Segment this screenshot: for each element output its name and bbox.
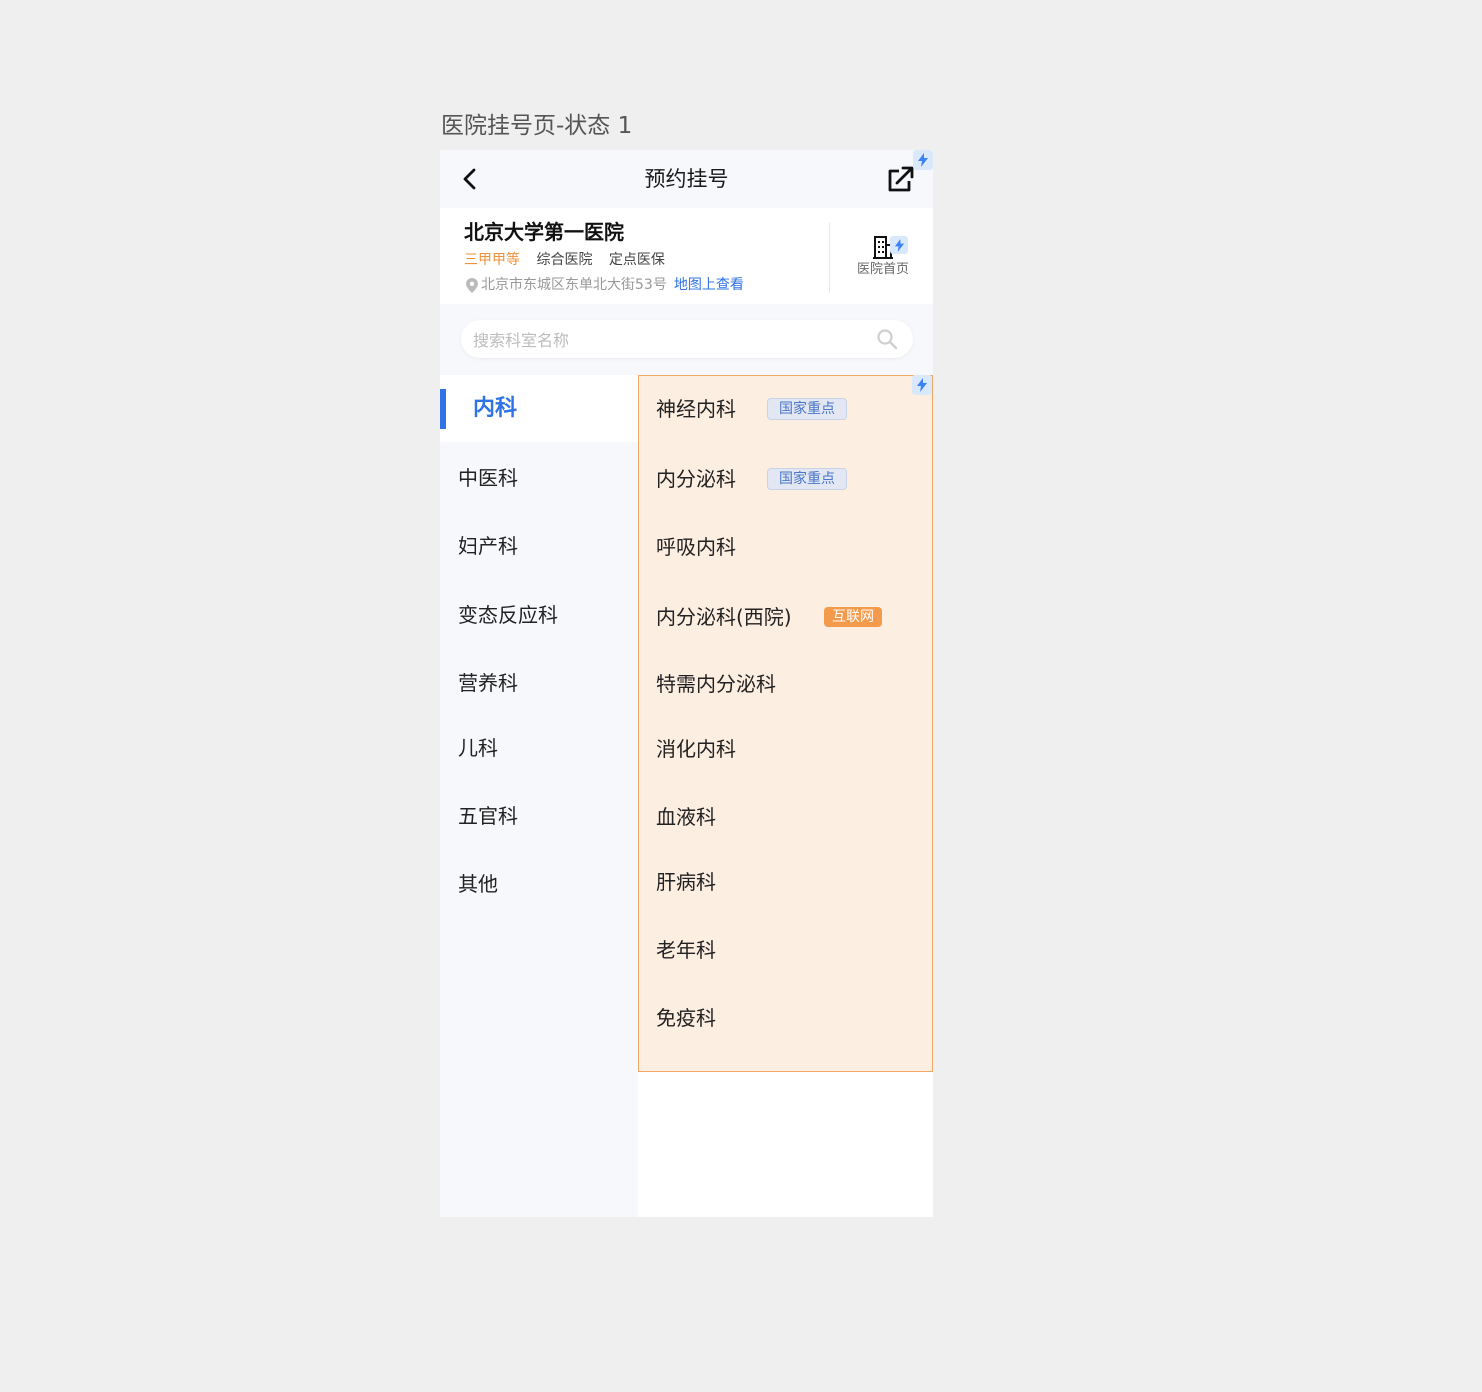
category-label: 儿科 [458, 736, 498, 760]
category-sidebar: 内科 中医科 妇产科 变态反应科 营养科 儿科 五官科 其他 [440, 375, 638, 1217]
page-title: 预约挂号 [644, 167, 729, 191]
divider [829, 223, 830, 293]
map-link[interactable]: 地图上查看 [674, 275, 744, 295]
category-label: 其他 [458, 872, 498, 896]
department-list: 神经内科 国家重点 内分泌科 国家重点 呼吸内科 内分泌科(西院) 互联网 特需… [638, 375, 933, 1072]
department-label: 神经内科 [656, 397, 736, 421]
category-item-tcm[interactable]: 中医科 [440, 445, 638, 511]
department-label: 内分泌科 [656, 467, 736, 491]
key-department-badge: 国家重点 [767, 398, 847, 420]
department-item[interactable]: 血液科 [639, 792, 932, 842]
category-label: 五官科 [458, 804, 518, 828]
frame-label: 医院挂号页-状态 1 [441, 113, 633, 139]
tag-grade: 三甲甲等 [464, 252, 520, 268]
category-item-ent[interactable]: 五官科 [440, 783, 638, 849]
department-label: 肝病科 [656, 870, 716, 894]
phone-screen: 预约挂号 北京大学第一医院 三甲甲等 综合医院 定点医保 北京市东城区东单北大街… [440, 150, 933, 1217]
hospital-card: 北京大学第一医院 三甲甲等 综合医院 定点医保 北京市东城区东单北大街53号 地… [440, 208, 933, 304]
department-panel: 神经内科 国家重点 内分泌科 国家重点 呼吸内科 内分泌科(西院) 互联网 特需… [638, 375, 933, 1217]
flash-icon [890, 236, 908, 254]
search-bar [461, 320, 913, 358]
search-icon[interactable] [876, 328, 898, 350]
category-item-pediatrics[interactable]: 儿科 [440, 715, 638, 781]
category-item-allergy[interactable]: 变态反应科 [440, 582, 638, 648]
department-item[interactable]: 神经内科 国家重点 [639, 384, 932, 434]
department-item[interactable]: 肝病科 [639, 857, 932, 907]
hospital-tags: 三甲甲等 综合医院 定点医保 [464, 250, 677, 270]
department-item[interactable]: 免疫科 [639, 993, 932, 1043]
department-label: 免疫科 [656, 1006, 716, 1030]
tag-type: 综合医院 [536, 252, 593, 268]
department-item[interactable]: 内分泌科(西院) 互联网 [639, 592, 932, 642]
key-department-badge: 国家重点 [767, 468, 847, 490]
location-pin-icon [466, 277, 478, 293]
department-label: 特需内分泌科 [656, 672, 776, 696]
flash-icon [913, 150, 933, 170]
category-item-obgyn[interactable]: 妇产科 [440, 513, 638, 579]
department-label: 血液科 [656, 805, 716, 829]
category-label: 营养科 [458, 671, 518, 695]
category-item-internal[interactable]: 内科 [440, 375, 638, 442]
hospital-home-button[interactable]: 医院首页 [848, 228, 918, 288]
department-label: 老年科 [656, 938, 716, 962]
category-label: 变态反应科 [458, 603, 558, 627]
category-label: 妇产科 [458, 534, 518, 558]
flash-icon [912, 375, 932, 395]
category-label: 中医科 [458, 466, 518, 490]
category-item-nutrition[interactable]: 营养科 [440, 650, 638, 716]
department-label: 内分泌科(西院) [656, 605, 792, 629]
department-label: 消化内科 [656, 737, 736, 761]
hospital-home-label: 医院首页 [856, 262, 909, 277]
department-item[interactable]: 消化内科 [639, 724, 932, 774]
active-indicator [440, 389, 446, 429]
category-item-other[interactable]: 其他 [440, 851, 638, 917]
department-item[interactable]: 内分泌科 国家重点 [639, 454, 932, 504]
internet-badge: 互联网 [824, 607, 882, 627]
department-item[interactable]: 呼吸内科 [639, 522, 932, 572]
hospital-address: 北京市东城区东单北大街53号 地图上查看 [466, 275, 744, 295]
external-share-icon[interactable] [884, 163, 916, 195]
nav-bar: 预约挂号 [440, 150, 933, 208]
department-label: 呼吸内科 [656, 535, 736, 559]
hospital-name: 北京大学第一医院 [464, 220, 624, 244]
tag-insurance: 定点医保 [608, 252, 665, 268]
department-item[interactable]: 特需内分泌科 [639, 659, 932, 709]
category-label: 内科 [473, 395, 518, 421]
department-item[interactable]: 老年科 [639, 925, 932, 975]
address-text: 北京市东城区东单北大街53号 [481, 277, 667, 293]
search-input[interactable] [471, 324, 865, 356]
